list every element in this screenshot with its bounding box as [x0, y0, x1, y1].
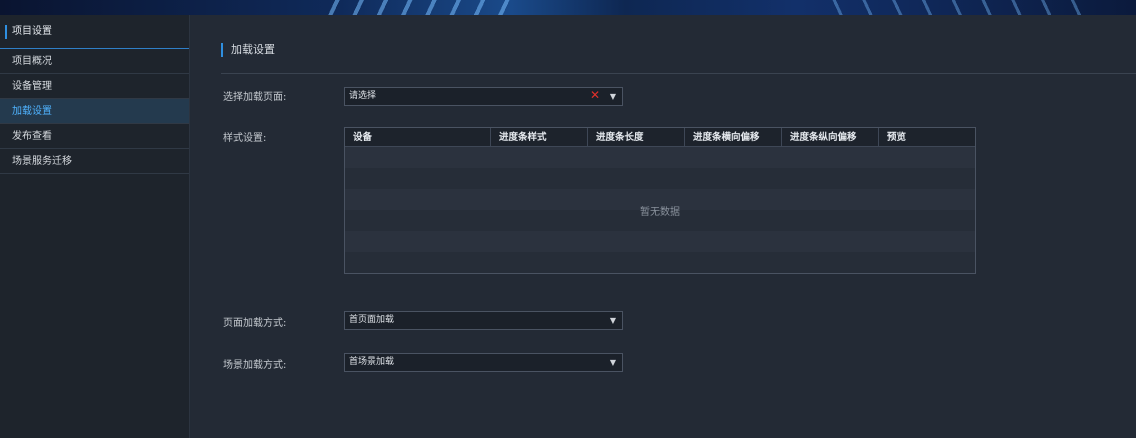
column-header-bar-style: 进度条样式: [491, 128, 588, 146]
close-icon[interactable]: ✕: [590, 87, 600, 104]
chevron-down-icon[interactable]: ▼: [610, 312, 616, 329]
page-load-mode-select[interactable]: 首页面加载 ▼: [344, 311, 623, 330]
load-page-label: 选择加载页面:: [223, 92, 287, 103]
page-title: 加载设置: [221, 40, 275, 60]
load-page-select[interactable]: 请选择 ✕ ▼: [344, 87, 623, 106]
column-header-preview: 预览: [887, 132, 907, 143]
table-row: [345, 168, 975, 189]
scene-load-mode-value: 首场景加载: [349, 357, 395, 367]
main-panel: 加载设置 选择加载页面: 请选择 ✕ ▼ 样式设置: 设备 进度条样式 进度条长…: [191, 15, 1136, 438]
empty-state-text: 暂无数据: [640, 207, 680, 218]
column-header-bar-length: 进度条长度: [588, 128, 685, 146]
sidebar-item-scene-migration[interactable]: 场景服务迁移: [0, 149, 189, 174]
sidebar-header: 项目设置: [0, 15, 189, 49]
page-load-mode-label: 页面加载方式:: [223, 318, 287, 329]
table-row: [345, 147, 975, 168]
sidebar-item-publish[interactable]: 发布查看: [0, 124, 189, 149]
sidebar-item-overview[interactable]: 项目概况: [0, 49, 189, 74]
top-banner: [0, 0, 1136, 15]
column-header-v-offset: 进度条纵向偏移: [782, 128, 879, 146]
divider: [221, 73, 1136, 74]
sidebar-item-load-settings[interactable]: 加载设置: [0, 99, 189, 124]
style-settings-label: 样式设置:: [223, 133, 267, 144]
table-header: 设备 进度条样式 进度条长度 进度条横向偏移 进度条纵向偏移 预览: [345, 128, 975, 147]
load-page-value: 请选择: [349, 91, 377, 101]
column-header-device: 设备: [345, 128, 491, 146]
table-row: [345, 231, 975, 252]
chevron-down-icon[interactable]: ▼: [610, 354, 616, 371]
style-table: 设备 进度条样式 进度条长度 进度条横向偏移 进度条纵向偏移 预览 暂无数据: [344, 127, 976, 274]
sidebar: 项目设置 项目概况 设备管理 加载设置 发布查看 场景服务迁移: [0, 15, 190, 438]
table-row: [345, 252, 975, 273]
page-load-mode-value: 首页面加载: [349, 315, 395, 325]
column-header-h-offset: 进度条横向偏移: [685, 128, 782, 146]
sidebar-item-devices[interactable]: 设备管理: [0, 74, 189, 99]
chevron-down-icon[interactable]: ▼: [610, 88, 616, 105]
scene-load-mode-label: 场景加载方式:: [223, 360, 287, 371]
scene-load-mode-select[interactable]: 首场景加载 ▼: [344, 353, 623, 372]
